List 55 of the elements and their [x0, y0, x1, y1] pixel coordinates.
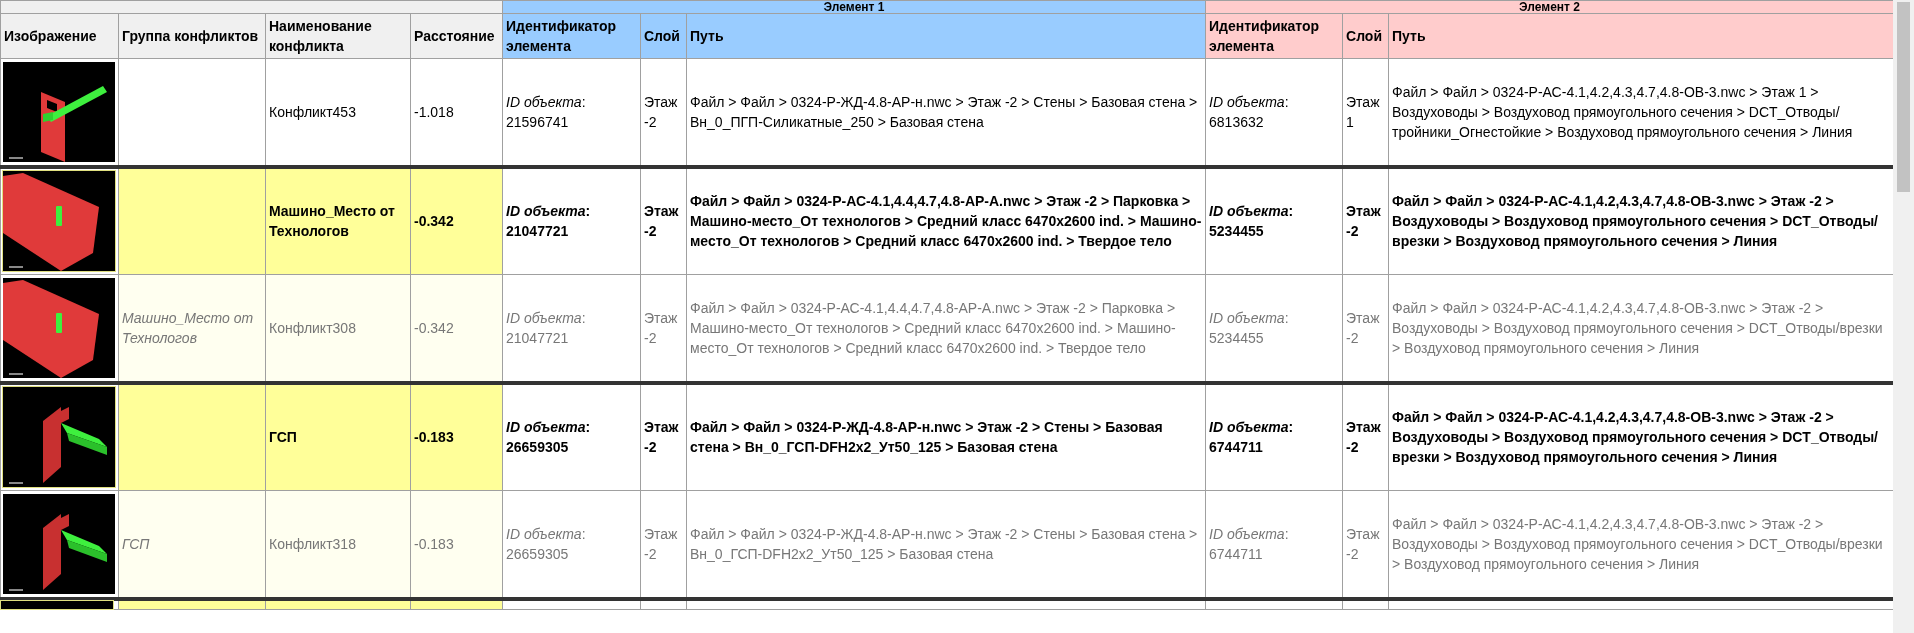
table-cell-text: Файл > Файл > 0324-Р-АС-4.1,4.4,4.7,4.8-АР-А.nwc > Этаж -2 > Парковка > Машино-место_От технологов > Средний класс 6470x2600 ind. > Машино-место_От технологов > Средний класс 6470x2600 ind. > Твердое тело [690, 299, 1176, 356]
table-cell-text: Машино_Место от Технологов [269, 203, 395, 240]
table-cell-text: Этаж -2 [1346, 525, 1380, 562]
table-cell-text: Этаж 1 [1346, 93, 1380, 130]
table-cell-text: ID объекта: 5234455 [1209, 203, 1294, 240]
column-header[interactable]: Идентификатор элемента [502, 13, 641, 59]
table-cell-text: ID объекта: 6744711 [1209, 525, 1289, 562]
column-header[interactable]: Слой [640, 13, 687, 59]
column-header[interactable]: Группа конфликтов [118, 13, 266, 59]
table-cell-text: Этаж -2 [644, 419, 679, 456]
table-cell-text: ID объекта: 5234455 [1209, 309, 1289, 346]
group-header: Элемент 2 [1205, 0, 1893, 14]
table-cell-text: Файл > Файл > 0324-Р-ЖД-4.8-АР-н.nwc > Этаж -2 > Стены > Базовая стена > Вн_0_ГСП-DFH2x2_Ут50_125 > Базовая стена [690, 419, 1163, 456]
table-cell-text: Этаж -2 [1346, 419, 1381, 456]
table-cell-text: Файл > Файл > 0324-Р-АС-4.1,4.2,4.3,4.7,4.8-ОВ-3.nwc > Этаж 1 > Воздуховоды > Воздуховод прямоугольного сечения > DCT_Отводы/тройники_Огнестойкие > Воздуховод прямоугольного сечения > Линия [1392, 83, 1853, 140]
table-cell-text: Машино_Место от Технологов [122, 309, 254, 346]
scrollbar[interactable] [1893, 0, 1914, 633]
table-cell-text: -1.018 [414, 103, 454, 120]
table-cell-text: -0.183 [414, 429, 454, 446]
table-cell-text: ID объекта: 26659305 [506, 525, 586, 562]
table-cell-text: Файл > Файл > 0324-Р-ЖД-4.8-АР-н.nwc > Этаж -2 > Стены > Базовая стена > Вн_0_ПГП-Силикатные_250 > Базовая стена [690, 93, 1198, 130]
table-cell-text: ID объекта: 21047721 [506, 203, 591, 240]
column-header[interactable]: Расстояние [410, 13, 503, 59]
column-header[interactable]: Идентификатор элемента [1205, 13, 1343, 59]
table-cell-text: Конфликт453 [269, 103, 356, 120]
table-cell-text: Этаж -2 [644, 93, 678, 130]
table-cell-text: Файл > Файл > 0324-Р-АС-4.1,4.2,4.3,4.7,4.8-ОВ-3.nwc > Этаж -2 > Воздуховоды > Воздуховод прямоугольного сечения > DCT_Отводы/врезки > Воздуховод прямоугольного сечения > Линия [1392, 515, 1883, 572]
column-header[interactable]: Путь [686, 13, 1206, 59]
column-header[interactable]: Слой [1342, 13, 1389, 59]
table-cell-text: ГСП [269, 429, 297, 446]
group-header: Элемент 1 [502, 0, 1206, 14]
table-cell-text: Файл > Файл > 0324-Р-АС-4.1,4.2,4.3,4.7,4.8-ОВ-3.nwc > Этаж -2 > Воздуховоды > Воздуховод прямоугольного сечения > DCT_Отводы/врезки > Воздуховод прямоугольного сечения > Линия [1392, 193, 1878, 250]
table-cell-text: Этаж -2 [644, 203, 679, 240]
table-cell-text: -0.183 [414, 535, 454, 552]
table-cell-text: ID объекта: 6744711 [1209, 419, 1294, 456]
table-cell-text: ГСП [122, 535, 150, 552]
table-cell-text: Конфликт308 [269, 319, 356, 336]
table-cell-text: -0.342 [414, 213, 454, 230]
column-header[interactable]: Путь [1388, 13, 1893, 59]
table-cell-text: Файл > Файл > 0324-Р-АС-4.1,4.4,4.7,4.8-АР-А.nwc > Этаж -2 > Парковка > Машино-место_От технологов > Средний класс 6470x2600 ind. > Машино-место_От технологов > Средний класс 6470x2600 ind. > Твердое тело [690, 193, 1202, 250]
table-cell-text: Файл > Файл > 0324-Р-АС-4.1,4.2,4.3,4.7,4.8-ОВ-3.nwc > Этаж -2 > Воздуховоды > Воздуховод прямоугольного сечения > DCT_Отводы/врезки > Воздуховод прямоугольного сечения > Линия [1392, 409, 1878, 466]
table-cell-text: ID объекта: 6813632 [1209, 93, 1289, 130]
table-cell-text: Этаж -2 [1346, 203, 1381, 240]
table-cell-text: -0.342 [414, 319, 454, 336]
table-cell-text: ID объекта: 21047721 [506, 309, 586, 346]
table-cell-text: Этаж -2 [644, 525, 678, 562]
table-cell-text: Этаж -2 [644, 309, 678, 346]
table-cell-text: Этаж -2 [1346, 309, 1380, 346]
table-cell-text: ID объекта: 21596741 [506, 93, 586, 130]
table-cell-text: Файл > Файл > 0324-Р-АС-4.1,4.2,4.3,4.7,4.8-ОВ-3.nwc > Этаж -2 > Воздуховоды > Воздуховод прямоугольного сечения > DCT_Отводы/врезки > Воздуховод прямоугольного сечения > Линия [1392, 299, 1883, 356]
column-header[interactable]: Наименование конфликта [265, 13, 411, 59]
table-cell-text: ID объекта: 26659305 [506, 419, 591, 456]
column-header[interactable]: Изображение [0, 13, 119, 59]
table-cell-text: Конфликт318 [269, 535, 356, 552]
table-cell-text: Файл > Файл > 0324-Р-ЖД-4.8-АР-н.nwc > Этаж -2 > Стены > Базовая стена > Вн_0_ГСП-DFH2x2_Ут50_125 > Базовая стена [690, 525, 1198, 562]
